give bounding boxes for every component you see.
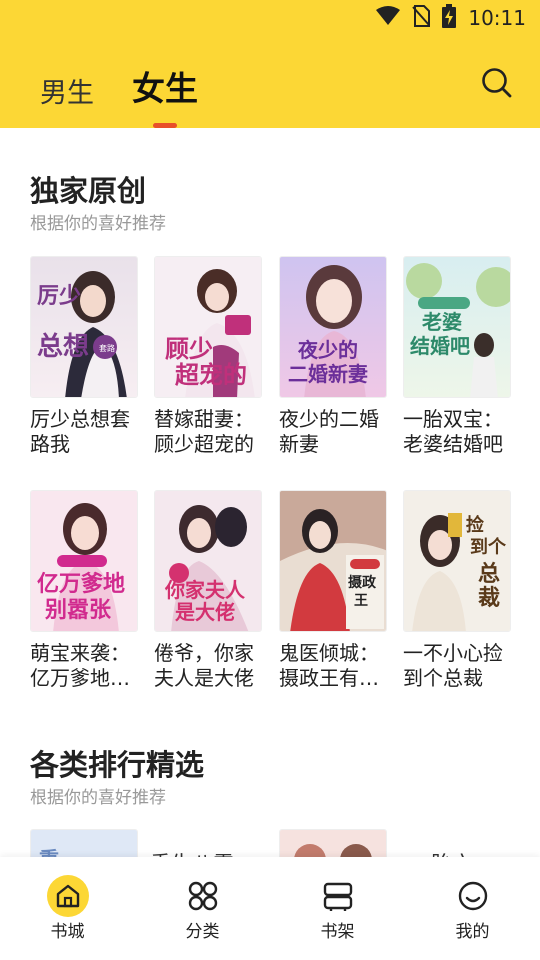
svg-text:亿万爹地: 亿万爹地: [37, 571, 125, 597]
top-header: 10:11 男生 女生: [0, 0, 540, 128]
bottom-nav: 书城 分类 书架 我的: [0, 857, 540, 960]
gender-tabs: 男生 女生: [40, 62, 198, 128]
book-card[interactable]: 夜少的 二婚新妻 夜少的二婚新妻: [279, 256, 387, 457]
svg-text:别嚣张: 别嚣张: [44, 597, 112, 623]
nav-item-bookshelf[interactable]: 书架: [270, 857, 405, 960]
svg-text:套路: 套路: [99, 343, 115, 353]
book-title: 鬼医倾城：摄政王有点甜: [279, 641, 379, 690]
app-screen: 10:11 男生 女生 独家原创 根据你的喜好推荐 厉少 总想 套路 厉少总想套…: [0, 0, 540, 960]
book-card[interactable]: 捡 到个 总 裁 一不小心捡到个总裁: [403, 490, 511, 691]
book-card[interactable]: 摄政 王 鬼医倾城：摄政王有点甜: [279, 490, 387, 691]
book-cover: 你家夫人 是大佬: [154, 490, 262, 632]
svg-text:裁: 裁: [478, 585, 500, 611]
book-cover: 老婆 结婚吧: [403, 256, 511, 398]
book-cover: 顾少 超宠的: [154, 256, 262, 398]
active-tab-indicator: [153, 123, 177, 128]
svg-text:到个: 到个: [470, 536, 507, 558]
book-title: 倦爷，你家夫人是大佬: [154, 641, 254, 690]
status-time: 10:11: [468, 6, 526, 30]
home-icon: [46, 875, 89, 917]
section-subtitle-exclusive: 根据你的喜好推荐: [30, 214, 166, 234]
book-title: 厉少总想套路我: [30, 407, 130, 456]
svg-text:摄政: 摄政: [348, 574, 377, 591]
book-card[interactable]: 顾少 超宠的 替嫁甜妻：顾少超宠的: [154, 256, 262, 457]
book-title: 一不小心捡到个总裁: [403, 641, 503, 690]
bookshelf-icon: [317, 875, 359, 917]
book-title: 替嫁甜妻：顾少超宠的: [154, 407, 254, 456]
tab-male[interactable]: 男生: [40, 71, 94, 114]
cover-title-text: 厉少: [37, 283, 81, 309]
book-title: 夜少的二婚新妻: [279, 407, 379, 456]
book-cover: 捡 到个 总 裁: [403, 490, 511, 632]
book-title: 萌宝来袭：亿万爹地别嚣张: [30, 641, 130, 690]
svg-text:捡: 捡: [466, 514, 484, 536]
search-button[interactable]: [480, 66, 514, 100]
svg-text:总: 总: [478, 561, 500, 587]
svg-text:顾少: 顾少: [165, 334, 213, 363]
book-card[interactable]: 你家夫人 是大佬 倦爷，你家夫人是大佬: [154, 490, 262, 691]
section-title-rank: 各类排行精选: [30, 748, 205, 782]
tab-female-label: 女生: [132, 69, 198, 108]
nav-label: 我的: [455, 922, 490, 942]
nav-label: 书城: [50, 922, 85, 942]
profile-icon: [452, 875, 494, 917]
svg-text:二婚新妻: 二婚新妻: [288, 362, 368, 386]
book-cover: 摄政 王: [279, 490, 387, 632]
status-bar: 10:11: [0, 0, 540, 36]
section-subtitle-rank: 根据你的喜好推荐: [30, 788, 166, 808]
section-title-exclusive: 独家原创: [30, 174, 147, 208]
svg-text:结婚吧: 结婚吧: [410, 334, 470, 358]
svg-text:王: 王: [354, 593, 368, 609]
battery-charging-icon: [442, 4, 457, 32]
book-cover: 厉少 总想 套路: [30, 256, 138, 398]
svg-text:总想: 总想: [37, 332, 89, 362]
tab-female[interactable]: 女生: [132, 62, 198, 128]
svg-text:超宠的: 超宠的: [175, 360, 247, 389]
nav-label: 分类: [185, 922, 220, 942]
nav-item-category[interactable]: 分类: [135, 857, 270, 960]
wifi-icon: [376, 6, 401, 30]
book-title: 一胎双宝：老婆结婚吧: [403, 407, 503, 456]
search-icon: [482, 68, 512, 98]
nav-label: 书架: [320, 922, 355, 942]
book-cover: 亿万爹地 别嚣张: [30, 490, 138, 632]
category-icon: [182, 875, 224, 917]
nav-item-home[interactable]: 书城: [0, 857, 135, 960]
svg-text:是大佬: 是大佬: [174, 600, 235, 624]
book-card[interactable]: 老婆 结婚吧 一胎双宝：老婆结婚吧: [403, 256, 511, 457]
nav-item-profile[interactable]: 我的: [405, 857, 540, 960]
book-cover: 夜少的 二婚新妻: [279, 256, 387, 398]
svg-text:老婆: 老婆: [422, 310, 462, 334]
no-sim-icon: [412, 5, 431, 31]
book-card[interactable]: 厉少 总想 套路 厉少总想套路我: [30, 256, 138, 457]
book-card[interactable]: 亿万爹地 别嚣张 萌宝来袭：亿万爹地别嚣张: [30, 490, 138, 691]
svg-text:夜少的: 夜少的: [297, 338, 358, 362]
